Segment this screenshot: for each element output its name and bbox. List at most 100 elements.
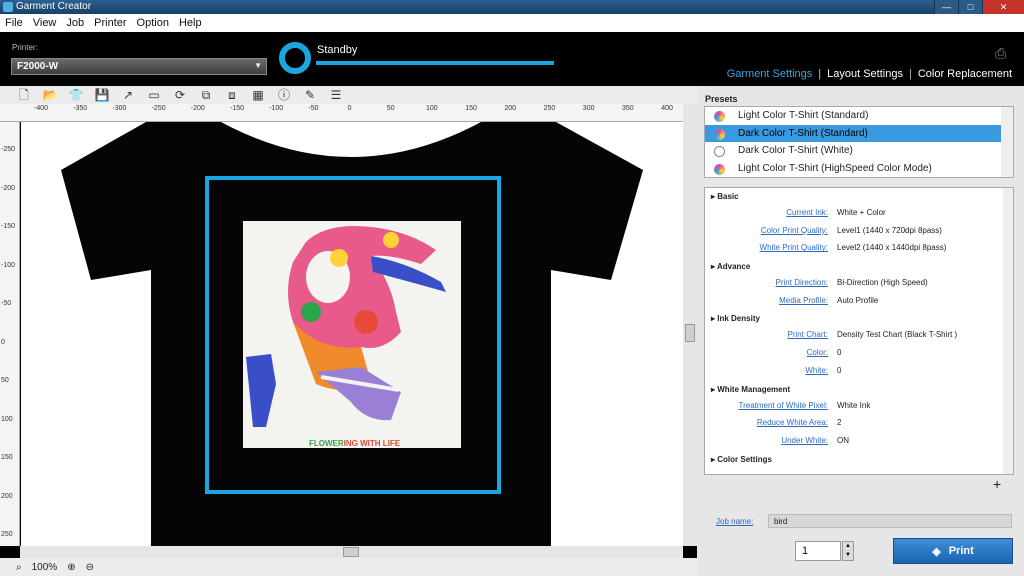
setting-row[interactable]: Under White: ON	[705, 433, 1013, 451]
section-color-settings[interactable]: ▸ Color Settings	[705, 451, 1013, 468]
setting-row[interactable]: Media Profile: Auto Profile	[705, 293, 1013, 311]
job-name-label[interactable]: Job name:	[716, 517, 753, 526]
status-bar: ⌕ 100% ⊕ ⊖	[0, 558, 697, 576]
setting-row[interactable]: White Print Quality: Level2 (1440 x 1440d…	[705, 240, 1013, 258]
preset-item-selected[interactable]: Dark Color T-Shirt (Standard)	[705, 124, 1013, 142]
ruler-tick-label: 150	[465, 105, 477, 112]
frame-icon[interactable]: ▭	[144, 87, 164, 103]
ruler-tick-label: 350	[622, 105, 634, 112]
copy-icon[interactable]: ⧉	[196, 87, 216, 103]
tab-color-replacement[interactable]: Color Replacement	[918, 68, 1012, 80]
presets-scrollbar[interactable]	[1001, 107, 1013, 177]
section-basic[interactable]: ▸ Basic	[705, 188, 1013, 205]
layers-icon[interactable]: ⧈	[222, 87, 242, 103]
maximize-button[interactable]: □	[958, 0, 982, 14]
vertical-ruler: -250 -200 -150 -100 -50 0 50 100 150 200 250	[0, 122, 20, 546]
copies-input[interactable]: 1	[795, 541, 841, 561]
menu-file[interactable]: File	[0, 17, 28, 29]
tab-garment-settings[interactable]: Garment Settings	[727, 68, 813, 80]
info-icon[interactable]: ⓘ	[274, 87, 294, 103]
ruler-tick-label: -300	[112, 105, 127, 112]
tshirt-icon[interactable]: 👕	[66, 87, 86, 103]
status-ring-icon	[279, 42, 311, 74]
setting-row[interactable]: White: 0	[705, 363, 1013, 381]
printer-disconnected-icon[interactable]: ⎙	[995, 45, 1017, 61]
ruler-tick-label: 250	[1, 531, 13, 538]
ruler-tick-label: 150	[1, 454, 13, 461]
ruler-tick-label: -250	[151, 105, 166, 112]
open-icon[interactable]: 📂	[40, 87, 60, 103]
ruler-tick-label: -150	[230, 105, 245, 112]
header: Printer: F2000-W ▼ Standby ⎙ Garment Set…	[0, 32, 1024, 86]
ruler-tick-label: 0	[1, 338, 5, 346]
menu-job[interactable]: Job	[61, 17, 89, 29]
garment-creator-window: Garment Creator — □ ✕ File View Job Prin…	[0, 0, 1024, 576]
settings-scrollbar[interactable]	[1003, 188, 1013, 474]
print-button[interactable]: ◈ Print	[893, 538, 1013, 564]
white-ink-icon	[714, 146, 725, 157]
setting-row[interactable]: Print Direction: Bi-Direction (High Speed…	[705, 275, 1013, 293]
section-ink-density[interactable]: ▸ Ink Density	[705, 310, 1013, 327]
printer-value: F2000-W	[17, 61, 59, 72]
design-canvas[interactable]: FLOWERING WITH LIFE	[21, 122, 683, 546]
close-button[interactable]: ✕	[982, 0, 1024, 14]
setting-row[interactable]: Color Print Quality: Level1 (1440 x 720dp…	[705, 223, 1013, 241]
copies-stepper[interactable]: ▲ ▼	[842, 541, 854, 561]
horizontal-ruler: -400 -350 -300 -250 -200 -150 -100 -50 0 50 100 150…	[0, 104, 697, 122]
tab-layout-settings[interactable]: Layout Settings	[827, 68, 903, 80]
zoom-level: 100%	[31, 561, 58, 573]
printer-label: Printer:	[12, 43, 38, 52]
zoom-fit-icon[interactable]: ⌕	[16, 562, 22, 573]
settings-panel: Presets Light Color T-Shirt (Standard) D…	[697, 86, 1024, 576]
rotate-icon[interactable]: ⟳	[170, 87, 190, 103]
new-icon[interactable]: 🗋	[14, 87, 34, 103]
setting-row[interactable]: Color: 0	[705, 345, 1013, 363]
section-advance[interactable]: ▸ Advance	[705, 258, 1013, 275]
save-icon[interactable]: 💾	[92, 87, 112, 103]
align-icon[interactable]: ☰	[326, 87, 346, 103]
horizontal-scrollbar[interactable]	[20, 546, 683, 558]
app-icon	[3, 2, 13, 12]
color-replace-icon[interactable]: ✎	[300, 87, 320, 103]
scroll-thumb[interactable]	[343, 547, 359, 557]
preset-item[interactable]: Dark Color T-Shirt (White)	[705, 142, 1013, 160]
preset-item[interactable]: Light Color T-Shirt (Standard)	[705, 107, 1013, 125]
setting-row[interactable]: Current Ink: White + Color	[705, 205, 1013, 223]
title-bar: Garment Creator — □ ✕	[0, 0, 1024, 14]
export-icon[interactable]: ↗	[118, 87, 138, 103]
menu-option[interactable]: Option	[132, 17, 174, 29]
setting-row[interactable]: Treatment of White Pixel: White Ink	[705, 398, 1013, 416]
zoom-in-icon[interactable]: ⊕	[67, 562, 75, 573]
calculator-icon[interactable]: ▦	[248, 87, 268, 103]
scroll-thumb[interactable]	[685, 324, 695, 342]
menu-help[interactable]: Help	[174, 17, 207, 29]
ruler-tick-label: 50	[1, 377, 9, 384]
preset-item[interactable]: Light Color T-Shirt (HighSpeed Color Mod…	[705, 160, 1013, 178]
ruler-tick-label: -50	[308, 105, 319, 112]
menu-printer[interactable]: Printer	[89, 17, 131, 29]
tab-separator: |	[908, 68, 912, 80]
chevron-down-icon: ▼	[254, 61, 262, 70]
color-x2-icon	[714, 163, 725, 175]
add-icon[interactable]: +	[993, 476, 1001, 492]
printer-select[interactable]: F2000-W ▼	[11, 58, 267, 75]
ruler-tick-label: 50	[386, 105, 395, 112]
print-label: Print	[948, 545, 974, 557]
ruler-tick-label: -150	[1, 223, 16, 230]
section-white-management[interactable]: ▸ White Management	[705, 381, 1013, 398]
ruler-tick-label: -100	[269, 105, 284, 112]
garment-settings-list: ▸ Basic Current Ink: White + Color Color …	[704, 187, 1014, 475]
zoom-out-icon[interactable]: ⊖	[86, 562, 94, 573]
ruler-tick-label: 100	[426, 105, 438, 112]
setting-row[interactable]: Print Chart: Density Test Chart (Black T-…	[705, 327, 1013, 345]
settings-tabs: Garment Settings | Layout Settings | Col…	[727, 68, 1012, 80]
artwork-caption-part1: FLOWER	[309, 439, 344, 448]
status-progress-bar	[316, 61, 554, 65]
ruler-tick-label: 0	[347, 105, 352, 112]
ruler-tick-label: 300	[582, 105, 595, 112]
menu-view[interactable]: View	[28, 17, 62, 29]
vertical-scrollbar[interactable]	[683, 104, 697, 546]
minimize-button[interactable]: —	[934, 0, 958, 14]
setting-row[interactable]: Reduce White Area: 2	[705, 415, 1013, 433]
job-name-input[interactable]: bird	[768, 514, 1012, 528]
